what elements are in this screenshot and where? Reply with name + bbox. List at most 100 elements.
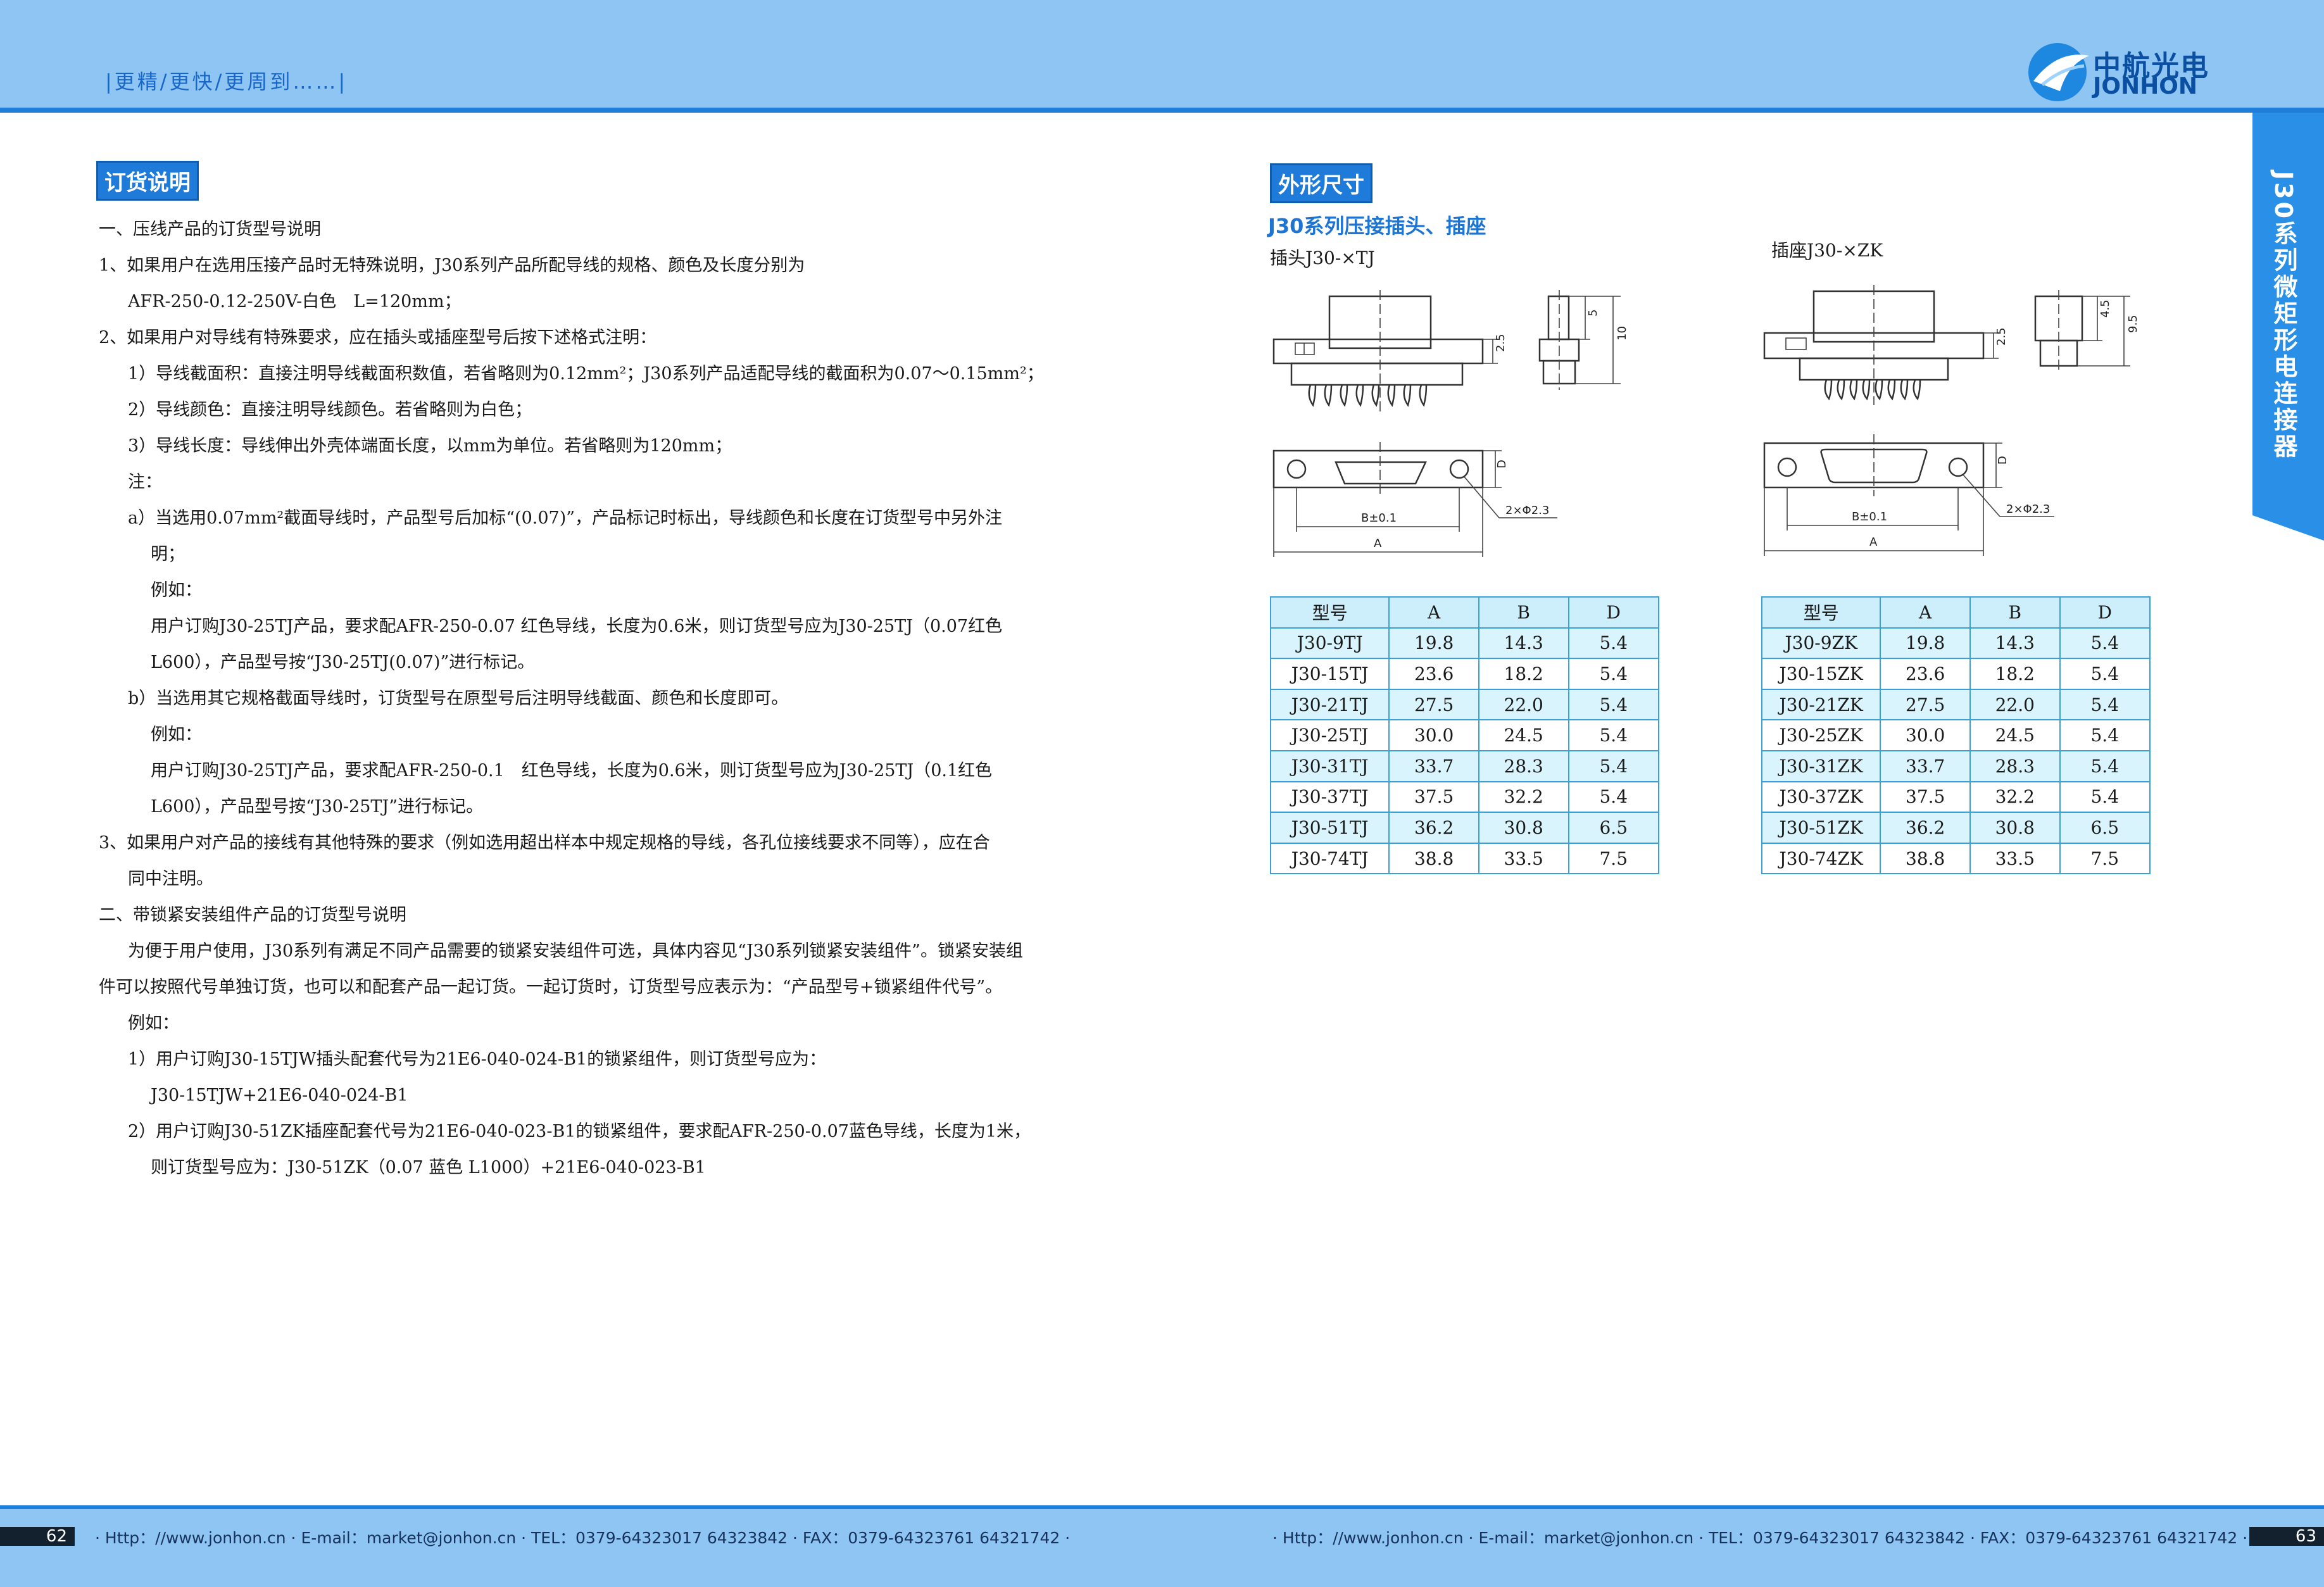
footer-rule: [0, 1505, 2324, 1509]
table-row: J30-25ZK 30.0 24.5 5.4: [1761, 719, 2151, 751]
text-line: 件可以按照代号单独订货，也可以和配套产品一起订货。一起订货时，订货型号应表示为：…: [99, 977, 1003, 997]
text-line: AFR-250-0.12-250V-白色 L=120mm；: [128, 292, 462, 311]
dim-5: 5: [1586, 310, 1600, 317]
table-cell: J30-51ZK: [1761, 812, 1881, 844]
contact-info-left: · Http：//www.jonhon.cn · E-mail：market@j…: [95, 1529, 1071, 1547]
plug-label: 插头J30-×TJ: [1270, 248, 1375, 268]
text-line: 注：: [128, 472, 162, 492]
table-cell: 36.2: [1880, 812, 1971, 844]
socket-table-body: J30-9ZK 19.8 14.3 5.4 J30-15ZK 23.6 18.2 5.4 J30…: [1761, 627, 2151, 875]
dim-D: D: [1495, 460, 1509, 468]
header-b: B: [1478, 596, 1569, 629]
table-cell: 22.0: [1478, 688, 1569, 721]
table-cell: J30-37ZK: [1761, 781, 1881, 813]
table-row: J30-9ZK 19.8 14.3 5.4: [1761, 627, 2151, 660]
table-cell: J30-37TJ: [1269, 781, 1390, 813]
text-line: J30-15TJW+21E6-040-024-B1: [151, 1086, 408, 1105]
table-row: J30-51ZK 36.2 30.8 6.5: [1761, 812, 2151, 844]
table-cell: 33.5: [1478, 842, 1569, 875]
table-header-row: 型号 A B D: [1269, 596, 1659, 629]
plug-outline-drawing: 2.5 5 10 D B±0.1 A 2×Φ2.3: [1272, 290, 1629, 557]
text-line: 例如：: [151, 725, 202, 744]
socket-dimension-table: 型号 A B D J30-9ZK 19.8 14.3 5.4 J30-15ZK 23.6 1…: [1761, 596, 2151, 875]
table-row: J30-21ZK 27.5 22.0 5.4: [1761, 688, 2151, 721]
slogan: |更精/更快/更周到……|: [105, 70, 348, 94]
table-cell: 37.5: [1388, 781, 1479, 813]
table-row: J30-51TJ 36.2 30.8 6.5: [1269, 812, 1659, 844]
table-cell: 28.3: [1478, 750, 1569, 782]
text-line: 同中注明。: [128, 869, 213, 889]
header-a: A: [1880, 596, 1971, 629]
ordering-instructions: 一、压线产品的订货型号说明 1、如果用户在选用压接产品时无特殊说明，J30系列产…: [99, 211, 1061, 1186]
table-cell: 22.0: [1969, 688, 2061, 721]
table-cell: 30.8: [1478, 812, 1569, 844]
table-cell: 32.2: [1969, 781, 2061, 813]
table-cell: 18.2: [1478, 658, 1569, 690]
socket-outline-drawing: 2.5 4.5 9.5 D B±0.1 A 2×Φ2.3: [1763, 285, 2140, 556]
dimensions-section-tag: 外形尺寸: [1270, 163, 1372, 203]
table-cell: 36.2: [1388, 812, 1479, 844]
table-cell: J30-51TJ: [1269, 812, 1390, 844]
text-line: 一、压线产品的订货型号说明: [99, 220, 321, 239]
text-line: 1）用户订购J30-15TJW插头配套代号为21E6-040-024-B1的锁紧…: [128, 1050, 827, 1069]
table-cell: 19.8: [1880, 627, 1971, 660]
table-row: J30-15ZK 23.6 18.2 5.4: [1761, 658, 2151, 690]
dim-A: A: [1869, 536, 1878, 549]
text-line: L600），产品型号按“J30-25TJ”进行标记。: [151, 797, 484, 817]
table-cell: 5.4: [2059, 627, 2151, 660]
table-cell: 14.3: [1969, 627, 2061, 660]
dim-holes: 2×Φ2.3: [1505, 504, 1549, 517]
text-line: 例如：: [151, 580, 202, 600]
text-line: 3）导线长度：导线伸出外壳体端面长度，以mm为单位。若省略则为120mm；: [128, 436, 732, 456]
header-model: 型号: [1761, 596, 1881, 629]
text-line: 为便于用户使用，J30系列有满足不同产品需要的锁紧安装组件可选，具体内容见“J3…: [128, 941, 1023, 961]
table-row: J30-37ZK 37.5 32.2 5.4: [1761, 781, 2151, 813]
table-cell: 23.6: [1880, 658, 1971, 690]
table-cell: 38.8: [1880, 842, 1971, 875]
table-cell: 5.4: [1567, 719, 1659, 751]
table-cell: 5.4: [2059, 750, 2151, 782]
text-line: 2）导线颜色：直接注明导线颜色。若省略则为白色；: [128, 400, 532, 420]
table-cell: J30-9TJ: [1269, 627, 1390, 660]
plug-table-body: J30-9TJ 19.8 14.3 5.4 J30-15TJ 23.6 18.2 5.4 J30…: [1269, 627, 1659, 875]
table-cell: 5.4: [1567, 688, 1659, 721]
page-number-right: 63: [2249, 1527, 2324, 1546]
table-cell: 5.4: [1567, 781, 1659, 813]
dim-holes: 2×Φ2.3: [2006, 503, 2050, 516]
ordering-section-tag: 订货说明: [96, 161, 199, 201]
plug-dimension-table: 型号 A B D J30-9TJ 19.8 14.3 5.4 J30-15TJ 23.6 1…: [1269, 596, 1659, 875]
dimensions-subtitle: J30系列压接插头、插座: [1268, 214, 1486, 238]
table-row: J30-37TJ 37.5 32.2 5.4: [1269, 781, 1659, 813]
table-header-row: 型号 A B D: [1761, 596, 2151, 629]
table-cell: 24.5: [1969, 719, 2061, 751]
text-line: 二、带锁紧安装组件产品的订货型号说明: [99, 905, 406, 925]
table-cell: 19.8: [1388, 627, 1479, 660]
text-line: 例如：: [128, 1013, 179, 1033]
header-model: 型号: [1269, 596, 1390, 629]
table-cell: J30-25TJ: [1269, 719, 1390, 751]
table-row: J30-25TJ 30.0 24.5 5.4: [1269, 719, 1659, 751]
side-tab-title: J30系列微矩形电连接器: [2270, 171, 2297, 461]
text-line: 用户订购J30-25TJ产品，要求配AFR-250-0.1 红色导线，长度为0.…: [151, 761, 993, 781]
logo-english-name: JONHON: [2093, 73, 2197, 99]
table-cell: 30.0: [1388, 719, 1479, 751]
page-number-left: 62: [0, 1527, 75, 1546]
table-cell: 6.5: [1567, 812, 1659, 844]
dim-9.5: 9.5: [2126, 315, 2140, 333]
dim-10: 10: [1616, 326, 1629, 341]
table-cell: 28.3: [1969, 750, 2061, 782]
table-cell: J30-21ZK: [1761, 688, 1881, 721]
table-row: J30-74TJ 38.8 33.5 7.5: [1269, 842, 1659, 875]
table-row: J30-15TJ 23.6 18.2 5.4: [1269, 658, 1659, 690]
table-cell: J30-74ZK: [1761, 842, 1881, 875]
text-line: 1、如果用户在选用压接产品时无特殊说明，J30系列产品所配导线的规格、颜色及长度…: [99, 256, 805, 275]
dim-D: D: [1996, 456, 2009, 465]
table-cell: 5.4: [1567, 627, 1659, 660]
text-line: 2、如果用户对导线有特殊要求，应在插头或插座型号后按下述格式注明：: [99, 328, 657, 348]
table-cell: J30-31TJ: [1269, 750, 1390, 782]
table-cell: 5.4: [2059, 658, 2151, 690]
text-line: 3、如果用户对产品的接线有其他特殊的要求（例如选用超出样本中规定规格的导线，各孔…: [99, 833, 990, 853]
text-line: 明；: [151, 544, 185, 564]
table-cell: 37.5: [1880, 781, 1971, 813]
contact-info-right: · Http：//www.jonhon.cn · E-mail：market@j…: [1272, 1529, 2248, 1547]
